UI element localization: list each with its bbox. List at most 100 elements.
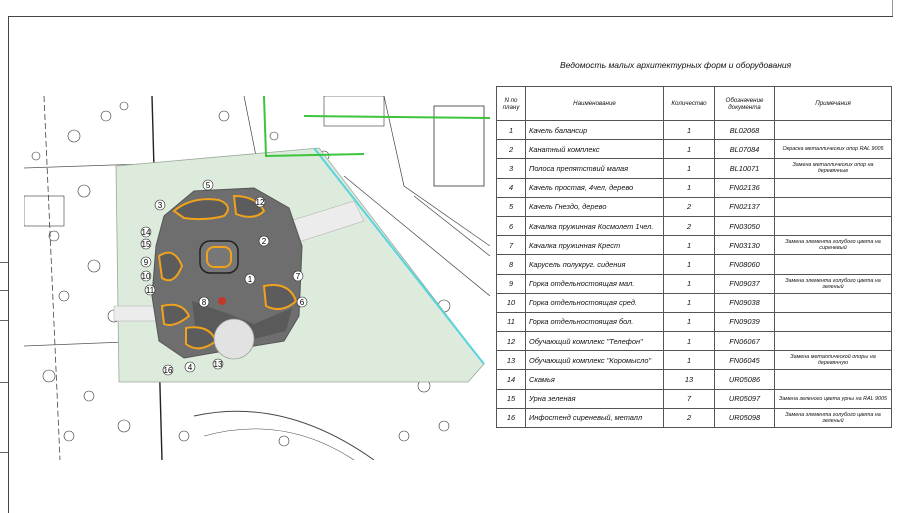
cell-name: Урна зеленая [525, 388, 664, 409]
cell-note [774, 196, 892, 217]
cell-note: Замена элемента голубого цвета на зелены… [774, 273, 892, 294]
cell-note: Замена зеленого цвета урны на RAL 9005 [774, 388, 892, 409]
marker-8: 8 [198, 296, 210, 308]
table-row: 8 Карусель полукруг. сидения 1 FN08060 [496, 254, 892, 275]
cell-note [774, 215, 892, 237]
marker-2: 2 [258, 235, 270, 247]
cell-n: 8 [496, 254, 526, 275]
cell-n: 7 [496, 235, 526, 256]
cell-name: Качалка пружинная Космолет 1чел. [525, 215, 664, 237]
site-plan: 1 2 3 4 5 6 7 8 9 10 11 12 13 14 15 16 [24, 96, 490, 460]
cell-code: FN03050 [714, 215, 775, 237]
cell-n: 9 [496, 273, 526, 294]
svg-text:3: 3 [158, 201, 163, 210]
cell-n: 2 [496, 139, 526, 160]
cell-code: FN09038 [714, 292, 775, 313]
cell-note [774, 311, 892, 333]
cell-code: FN03130 [714, 235, 775, 256]
cell-qty: 2 [663, 215, 715, 237]
cell-note [774, 292, 892, 313]
cell-qty: 1 [663, 331, 715, 352]
table-row: 12 Обучающий комплекс "Телефон" 1 FN06067 [496, 331, 892, 352]
cell-code: BL07084 [714, 139, 775, 160]
marker-5: 5 [202, 179, 214, 191]
table-body: 1 Качель балансир 1 BL02068 2 Канатный компле… [496, 119, 892, 429]
marker-15: 15 [140, 238, 152, 250]
cell-name: Карусель полукруг. сидения [525, 254, 664, 275]
cell-name: Горка отдельностоящая мал. [525, 273, 664, 294]
marker-12: 12 [254, 196, 266, 208]
cell-qty: 1 [663, 235, 715, 256]
cell-code: UR05098 [714, 407, 775, 429]
table-row: 7 Качалка пружинная Крест 1 FN03130 Замена э… [496, 235, 892, 256]
cell-name: Качалка пружинная Крест [525, 235, 664, 256]
svg-text:11: 11 [146, 286, 155, 295]
cell-name: Канатный комплекс [525, 139, 664, 160]
table-row: 15 Урна зеленая 7 UR05097 Замена зеленого цв… [496, 388, 892, 409]
svg-text:7: 7 [296, 272, 301, 281]
cell-n: 15 [496, 388, 526, 409]
table-row: 2 Канатный комплекс 1 BL07084 Окраска металл… [496, 139, 892, 160]
cell-name: Качель простая, 4чел, дерево [525, 177, 664, 198]
cell-note: Замена металлических опор на деревянные [774, 158, 892, 179]
cell-note [774, 254, 892, 275]
svg-text:2: 2 [262, 237, 267, 246]
cell-n: 3 [496, 158, 526, 179]
cell-qty: 13 [663, 369, 715, 390]
table-row: 16 Инфостенд сиреневый, металл 2 UR05098 Зам… [496, 407, 892, 429]
svg-text:16: 16 [164, 366, 173, 375]
cell-code: UR05097 [714, 388, 775, 409]
cell-qty: 1 [663, 311, 715, 333]
cell-name: Инфостенд сиреневый, металл [525, 407, 664, 429]
cell-qty: 1 [663, 119, 715, 141]
cell-note: Замена металлической опоры на деревянную [774, 350, 892, 371]
cell-name: Качель Гнездо, дерево [525, 196, 664, 217]
cell-code: FN09037 [714, 273, 775, 294]
cell-note [774, 331, 892, 352]
cell-n: 6 [496, 215, 526, 237]
svg-text:10: 10 [142, 272, 151, 281]
cell-note [774, 369, 892, 390]
cell-qty: 7 [663, 388, 715, 409]
svg-text:1: 1 [248, 275, 253, 284]
table-row: 13 Обучающий комплекс "Коромысло" 1 FN06045… [496, 350, 892, 371]
cell-code: FN08060 [714, 254, 775, 275]
marker-13: 13 [212, 358, 224, 370]
table-row: 6 Качалка пружинная Космолет 1чел. 2 FN0305… [496, 215, 892, 237]
header-code: Обозначение документа [714, 86, 775, 121]
marker-11: 11 [144, 284, 156, 296]
cell-code: FN02137 [714, 196, 775, 217]
svg-text:15: 15 [142, 240, 151, 249]
svg-text:13: 13 [214, 360, 223, 369]
cell-qty: 1 [663, 158, 715, 179]
table-row: 4 Качель простая, 4чел, дерево 1 FN02136 [496, 177, 892, 198]
table-row: 14 Скамья 13 UR05086 [496, 369, 892, 390]
sheet-title: Ведомость малых архитектурных форм и обо… [560, 60, 792, 70]
header-note: Примечания [774, 86, 892, 121]
cell-code: FN06045 [714, 350, 775, 371]
cell-n: 1 [496, 119, 526, 141]
cell-name: Горка отдельностоящая сред. [525, 292, 664, 313]
cell-qty: 2 [663, 196, 715, 217]
table-row: 11 Горка отдельностоящая бол. 1 FN09039 [496, 311, 892, 333]
playground [151, 187, 303, 360]
cell-n: 11 [496, 311, 526, 333]
cell-n: 4 [496, 177, 526, 198]
marker-16: 16 [162, 364, 174, 376]
header-name: Наименование [525, 86, 664, 121]
svg-text:5: 5 [206, 181, 211, 190]
cell-n: 10 [496, 292, 526, 313]
marker-7: 7 [292, 270, 304, 282]
cell-name: Обучающий комплекс "Коромысло" [525, 350, 664, 371]
svg-text:12: 12 [256, 198, 265, 207]
cell-qty: 1 [663, 292, 715, 313]
header-qty: Количество [663, 86, 715, 121]
cell-n: 13 [496, 350, 526, 371]
cell-note: Окраска металлических опор RAL 9005 [774, 139, 892, 160]
cell-note: Замена элемента голубого цвета на сирене… [774, 235, 892, 256]
marker-4: 4 [184, 361, 196, 373]
cell-n: 5 [496, 196, 526, 217]
table-row: 9 Горка отдельностоящая мал. 1 FN09037 Замен… [496, 273, 892, 294]
cell-name: Полоса препятствий малая [525, 158, 664, 179]
cell-code: BL02068 [714, 119, 775, 141]
